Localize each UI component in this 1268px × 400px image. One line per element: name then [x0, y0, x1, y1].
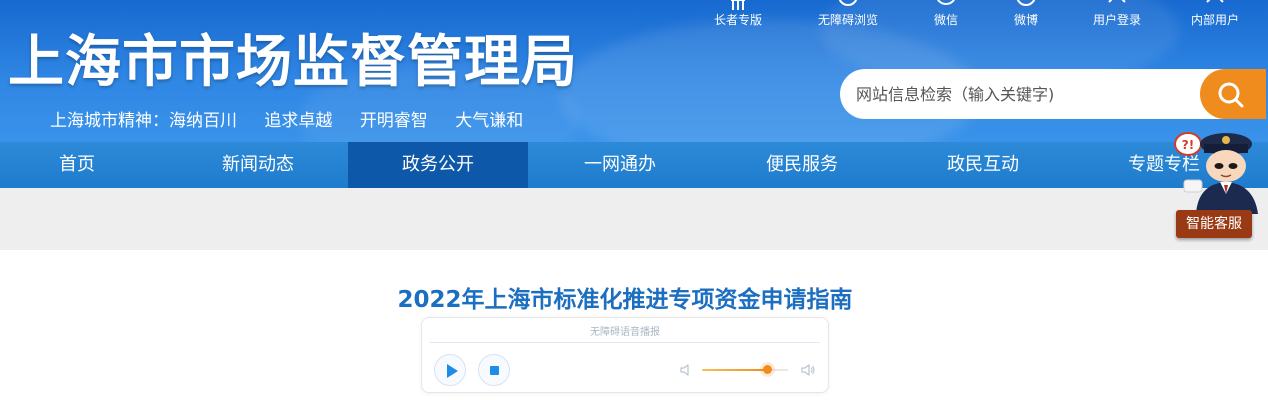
user-icon: [1108, 0, 1126, 3]
nav-item-gov-affairs[interactable]: 政务公开: [348, 142, 528, 188]
weibo-link[interactable]: 微博: [986, 0, 1066, 36]
user-login-link[interactable]: 用户登录: [1077, 0, 1157, 36]
toolbar-label: 微博: [1013, 13, 1038, 27]
toolbar-label: 内部用户: [1190, 13, 1239, 27]
site-title[interactable]: 上海市市场监督管理局: [8, 26, 578, 100]
volume-handle[interactable]: [762, 365, 772, 374]
user-icon: [1206, 0, 1224, 3]
stop-button[interactable]: [478, 354, 510, 386]
search-icon: [1218, 82, 1244, 108]
article-title: 2022年上海市标准化推进专项资金申请指南: [397, 287, 853, 313]
divider: [430, 342, 820, 343]
volume-fill: [702, 369, 767, 371]
internal-user-link[interactable]: 内部用户: [1175, 0, 1255, 36]
nav-item-one-stop[interactable]: 一网通办: [530, 142, 710, 188]
slogan-part: 追求卓越: [264, 111, 333, 131]
elder-mode-link[interactable]: 长者专版: [698, 0, 778, 36]
city-slogan: 上海城市精神：海纳百川 追求卓越 开明睿智 大气谦和: [50, 106, 545, 131]
toolbar-label: 无障碍浏览: [817, 13, 878, 27]
search-input[interactable]: [856, 81, 1176, 107]
accessibility-link[interactable]: 无障碍浏览: [808, 0, 888, 36]
volume-slider[interactable]: [702, 365, 788, 374]
nav-item-interaction[interactable]: 政民互动: [893, 142, 1073, 188]
play-button[interactable]: [434, 354, 466, 386]
wechat-icon: [937, 0, 955, 5]
elder-icon: [731, 0, 745, 10]
main-nav: 首页 新闻动态 政务公开 一网通办 便民服务 政民互动 专题专栏: [0, 142, 1268, 188]
smart-assistant[interactable]: ?! 智能客服: [1168, 122, 1268, 240]
accessibility-icon: [838, 0, 858, 6]
nav-item-news[interactable]: 新闻动态: [168, 142, 348, 188]
weibo-icon: [1016, 0, 1036, 6]
volume-low-icon: [680, 364, 689, 376]
search-box: [840, 69, 1260, 119]
toolbar-label: 长者专版: [713, 13, 762, 27]
audio-player: 无障碍语音播报: [421, 317, 829, 393]
wechat-link[interactable]: 微信: [906, 0, 986, 36]
search-button[interactable]: [1200, 69, 1266, 119]
nav-item-services[interactable]: 便民服务: [712, 142, 892, 188]
slogan-part: 开明睿智: [359, 111, 428, 131]
robot-officer-icon: ?!: [1174, 132, 1258, 214]
breadcrumb-band: [0, 188, 1268, 250]
toolbar-label: 用户登录: [1092, 13, 1141, 27]
audio-caption: 无障碍语音播报: [590, 327, 660, 338]
nav-item-home[interactable]: 首页: [0, 142, 167, 188]
slogan-part: 上海城市精神：海纳百川: [50, 111, 237, 131]
assistant-label: 智能客服: [1176, 210, 1252, 238]
toolbar-label: 微信: [933, 13, 958, 27]
slogan-part: 大气谦和: [455, 111, 524, 131]
top-toolbar: 长者专版 无障碍浏览 微信 微博 用户登录 内部用户: [700, 0, 1268, 40]
volume-high-icon: [801, 364, 815, 376]
svg-text:?!: ?!: [1182, 138, 1194, 152]
